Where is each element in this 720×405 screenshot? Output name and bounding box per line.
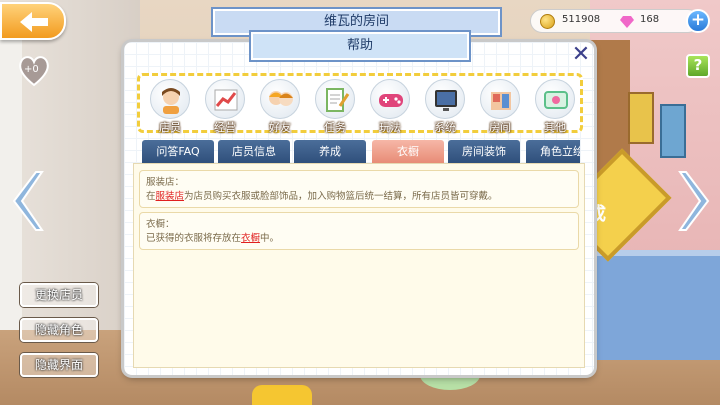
category-label: 经营	[214, 121, 236, 134]
gem-count: 168	[640, 14, 660, 25]
category-business[interactable]: 经营	[201, 79, 249, 134]
tab-clerk-info[interactable]: 店员信息	[218, 140, 290, 164]
character-peek	[252, 385, 312, 405]
currency-bar: 511908 168	[530, 9, 700, 33]
help-tabs: 问答FAQ 店员信息 养成 衣橱 房间装饰 角色立绘	[142, 140, 580, 164]
category-clerk[interactable]: 店员	[146, 79, 194, 134]
next-room-arrow-icon[interactable]	[674, 168, 716, 234]
heart-count: +0	[24, 64, 39, 75]
tab-faq[interactable]: 问答FAQ	[142, 140, 214, 164]
category-bar: 店员 经营 好友 任务 玩法 系统 房间 其他	[137, 73, 583, 134]
change-clerk-button[interactable]: 更换店员	[20, 283, 98, 307]
category-system[interactable]: 系统	[421, 79, 469, 134]
coin-icon	[540, 14, 555, 29]
friends-icon	[260, 79, 300, 119]
back-button[interactable]	[0, 2, 66, 40]
entry-title: 服装店：	[146, 177, 185, 188]
close-button[interactable]: ✕	[570, 44, 592, 66]
clerk-icon	[150, 79, 190, 119]
room-icon	[480, 79, 520, 119]
task-icon	[315, 79, 355, 119]
tv-icon	[425, 79, 465, 119]
category-label: 房间	[489, 121, 511, 134]
tab-training[interactable]: 养成	[294, 140, 366, 164]
help-entry-wardrobe: 衣橱： 已获得的衣服将存放在衣橱中。	[139, 212, 579, 250]
category-gameplay[interactable]: 玩法	[366, 79, 414, 134]
help-panel-title: 帮助	[251, 32, 469, 60]
coin-count: 511908	[562, 14, 601, 25]
prev-room-arrow-icon[interactable]	[6, 168, 48, 234]
category-task[interactable]: 任务	[311, 79, 359, 134]
add-currency-button[interactable]: +	[686, 9, 710, 33]
clothing-store-link[interactable]: 服装店	[156, 191, 185, 202]
wall-poster	[628, 92, 654, 144]
other-icon	[535, 79, 575, 119]
category-label: 好友	[269, 121, 291, 134]
entry-text: 已获得的衣服将存放在衣橱中。	[146, 233, 280, 244]
category-label: 任务	[324, 121, 346, 134]
category-room[interactable]: 房间	[476, 79, 524, 134]
wardrobe-link[interactable]: 衣橱	[241, 233, 260, 244]
help-entry-clothing-store: 服装店： 在服装店为店员购买衣服或脸部饰品，加入购物篮后统一结算，所有店员皆可穿…	[139, 170, 579, 208]
chart-icon	[205, 79, 245, 119]
gamepad-icon	[370, 79, 410, 119]
category-label: 其他	[544, 121, 566, 134]
tab-room-decor[interactable]: 房间装饰	[448, 140, 520, 164]
hide-ui-button[interactable]: 隐藏界面	[20, 353, 98, 377]
tab-character-art[interactable]: 角色立绘	[526, 140, 580, 164]
entry-text: 在服装店为店员购买衣服或脸部饰品，加入购物篮后统一结算，所有店员皆可穿戴。	[146, 191, 498, 202]
help-content: 服装店： 在服装店为店员购买衣服或脸部饰品，加入购物篮后统一结算，所有店员皆可穿…	[133, 163, 585, 368]
hide-character-button[interactable]: 隐藏角色	[20, 318, 98, 342]
category-other[interactable]: 其他	[531, 79, 579, 134]
tab-wardrobe[interactable]: 衣橱	[372, 140, 444, 164]
wall-poster	[660, 104, 686, 158]
category-label: 店员	[159, 121, 181, 134]
bed	[590, 250, 720, 360]
category-label: 玩法	[379, 121, 401, 134]
category-friends[interactable]: 好友	[256, 79, 304, 134]
help-button[interactable]: ?	[686, 54, 710, 78]
category-label: 系统	[434, 121, 456, 134]
entry-title: 衣橱：	[146, 219, 175, 230]
gem-icon	[620, 16, 634, 28]
back-arrow-icon	[20, 12, 48, 32]
